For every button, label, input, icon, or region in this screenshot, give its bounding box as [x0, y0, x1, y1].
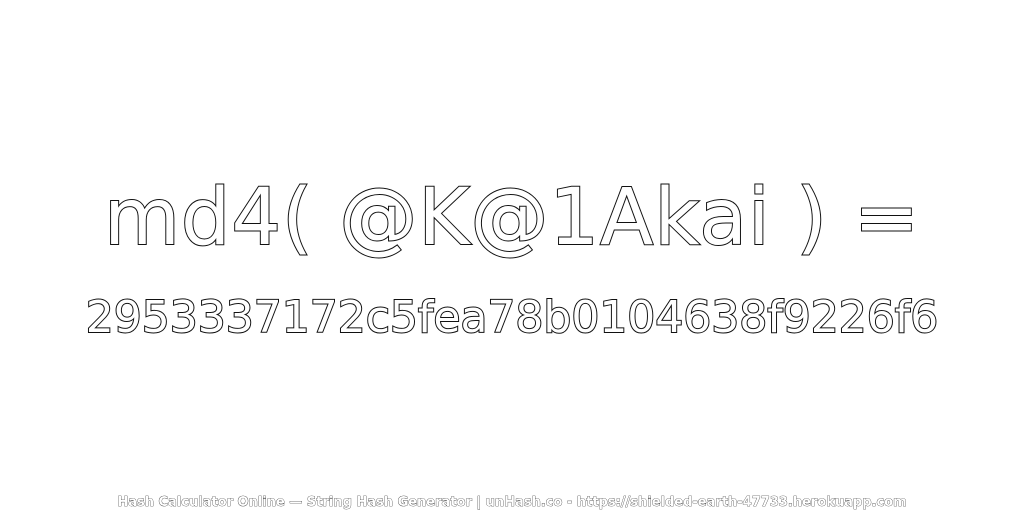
hash-expression: md4( @K@1Akai ) =: [103, 172, 921, 264]
hash-result: 2953337172c5fea78b0104638f9226f6: [85, 291, 939, 344]
footer-credit: Hash Calculator Online — String Hash Gen…: [117, 495, 907, 511]
